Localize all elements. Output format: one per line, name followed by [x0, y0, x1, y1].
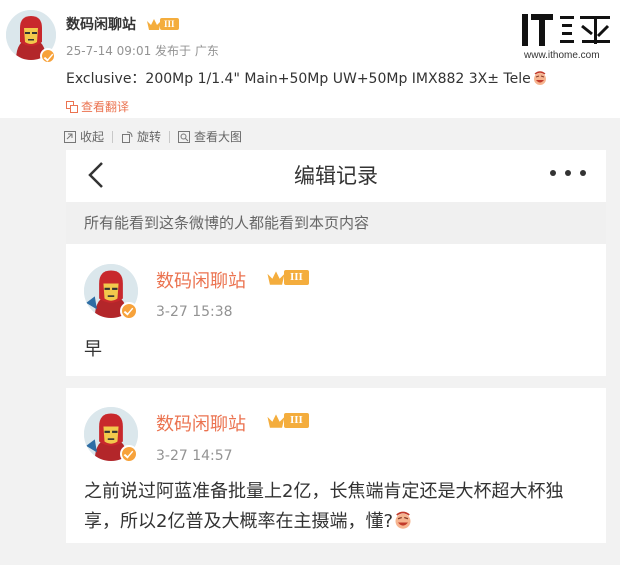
laugh-emoji-icon	[533, 71, 546, 85]
verified-icon	[40, 48, 56, 64]
crown-icon	[267, 414, 285, 428]
verified-icon	[120, 445, 138, 463]
edit-record: 数码闲聊站 III 3-27 14:57 之前说过阿蓝准备批量上2亿，长焦端肯定…	[66, 388, 606, 543]
laugh-emoji-icon	[395, 511, 411, 529]
page-title: 编辑记录	[294, 164, 378, 188]
member-level: III	[160, 18, 179, 30]
record-time: 3-27 14:57	[156, 448, 233, 464]
image-toolbar: 收起 旋转 查看大图	[64, 128, 242, 145]
collapse-label: 收起	[80, 130, 105, 144]
member-crown-badge[interactable]: III	[266, 269, 309, 286]
member-level: III	[284, 270, 309, 285]
collapse-button[interactable]: 收起	[64, 128, 104, 145]
translate-link[interactable]: 查看翻译	[66, 98, 129, 115]
record-time: 3-27 15:38	[156, 304, 233, 320]
rotate-label: 旋转	[137, 130, 162, 144]
post-header: 数码闲聊站 III 25-7-14 09:01 发布于 广东 Exclusive…	[0, 0, 620, 118]
nav-bar: 编辑记录	[66, 150, 606, 202]
toolbar-divider	[112, 130, 114, 143]
post-meta: 25-7-14 09:01 发布于 广东	[66, 44, 219, 58]
rotate-button[interactable]: 旋转	[121, 128, 161, 145]
member-crown-badge[interactable]: III	[266, 412, 309, 429]
more-options-icon[interactable]	[550, 168, 586, 178]
ithome-logo	[522, 12, 614, 52]
crown-icon	[267, 271, 285, 285]
rotate-icon	[122, 131, 133, 143]
record-divider	[66, 376, 606, 388]
post-text: Exclusive：200Mp 1/1.4" Main+50Mp UW+50Mp…	[66, 71, 531, 87]
record-text: 早	[84, 339, 102, 360]
record-text-body: 之前说过阿蓝准备批量上2亿，长焦端肯定还是大杯超大杯独享，所以2亿普及大概率在主…	[84, 481, 564, 532]
member-level: III	[284, 413, 309, 428]
view-large-button[interactable]: 查看大图	[178, 128, 242, 145]
post-content: Exclusive：200Mp 1/1.4" Main+50Mp UW+50Mp…	[66, 68, 548, 88]
view-large-label: 查看大图	[194, 130, 243, 144]
toolbar-divider	[169, 130, 171, 143]
ithome-site-text: www.ithome.com	[524, 50, 600, 61]
view-large-icon	[178, 130, 191, 143]
record-text: 之前说过阿蓝准备批量上2亿，长焦端肯定还是大杯超大杯独享，所以2亿普及大概率在主…	[84, 477, 594, 537]
record-author-name[interactable]: 数码闲聊站	[156, 267, 246, 293]
collapse-icon	[64, 130, 76, 143]
member-crown-badge[interactable]: III	[146, 17, 179, 31]
translate-icon	[66, 100, 78, 113]
edit-record: 数码闲聊站 III 3-27 15:38 早	[66, 244, 606, 376]
author-name[interactable]: 数码闲聊站	[66, 14, 136, 34]
translate-label: 查看翻译	[81, 100, 130, 114]
verified-icon	[120, 302, 138, 320]
edit-history-panel: 编辑记录 所有能看到这条微博的人都能看到本页内容 数码闲聊站 III 3-27 …	[66, 150, 606, 543]
visibility-notice: 所有能看到这条微博的人都能看到本页内容	[66, 202, 606, 244]
record-author-name[interactable]: 数码闲聊站	[156, 410, 246, 436]
